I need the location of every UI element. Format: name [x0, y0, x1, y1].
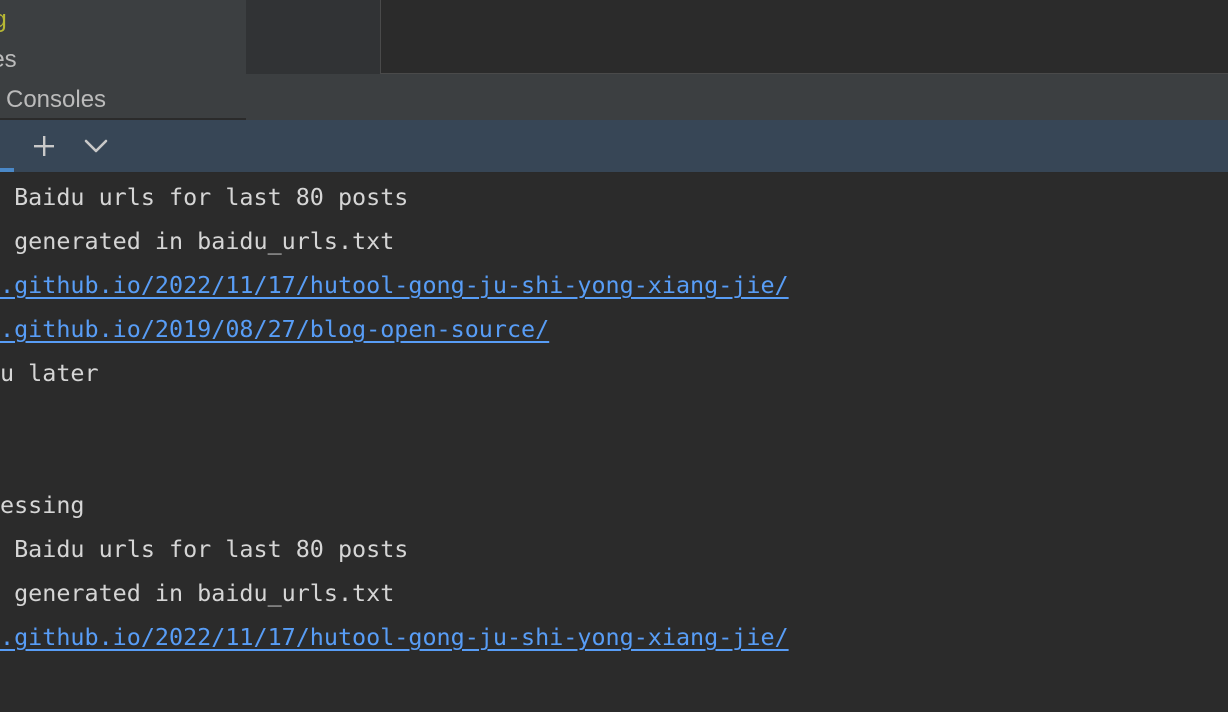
console-line: Baidu urls for last 80 posts — [0, 535, 409, 563]
console-output[interactable]: Baidu urls for last 80 posts generated i… — [0, 175, 1228, 712]
console-link[interactable]: .github.io/2022/11/17/hutool-gong-ju-shi… — [0, 615, 789, 659]
console-line: generated in baidu_urls.txt — [0, 227, 395, 255]
tree-item-log[interactable]: og — [0, 0, 7, 40]
run-tool-window-toolbar — [0, 120, 1228, 173]
console-link[interactable]: .github.io/2019/08/27/blog-open-source/ — [0, 307, 549, 351]
tree-item-libraries[interactable]: ies — [0, 40, 17, 80]
plus-icon — [34, 136, 54, 156]
active-tab-indicator — [0, 168, 14, 172]
tool-window-header — [246, 74, 1228, 120]
tab-list-dropdown-button[interactable] — [76, 126, 116, 166]
console-line: Baidu urls for last 80 posts — [0, 183, 409, 211]
console-line: essing — [0, 491, 85, 519]
new-tab-button[interactable] — [24, 126, 64, 166]
tree-item-scratches-consoles[interactable]: Consoles — [6, 80, 106, 120]
project-tree-panel: og ies Consoles — [0, 0, 246, 118]
editor-area[interactable] — [246, 0, 1228, 74]
console-line: u later — [0, 359, 99, 387]
console-line: generated in baidu_urls.txt — [0, 579, 395, 607]
console-link[interactable]: .github.io/2022/11/17/hutool-gong-ju-shi… — [0, 263, 789, 307]
editor-gutter — [246, 0, 381, 74]
chevron-down-icon — [84, 139, 108, 153]
ide-window: og ies Consoles Baidu urls for last 80 p… — [0, 0, 1228, 712]
